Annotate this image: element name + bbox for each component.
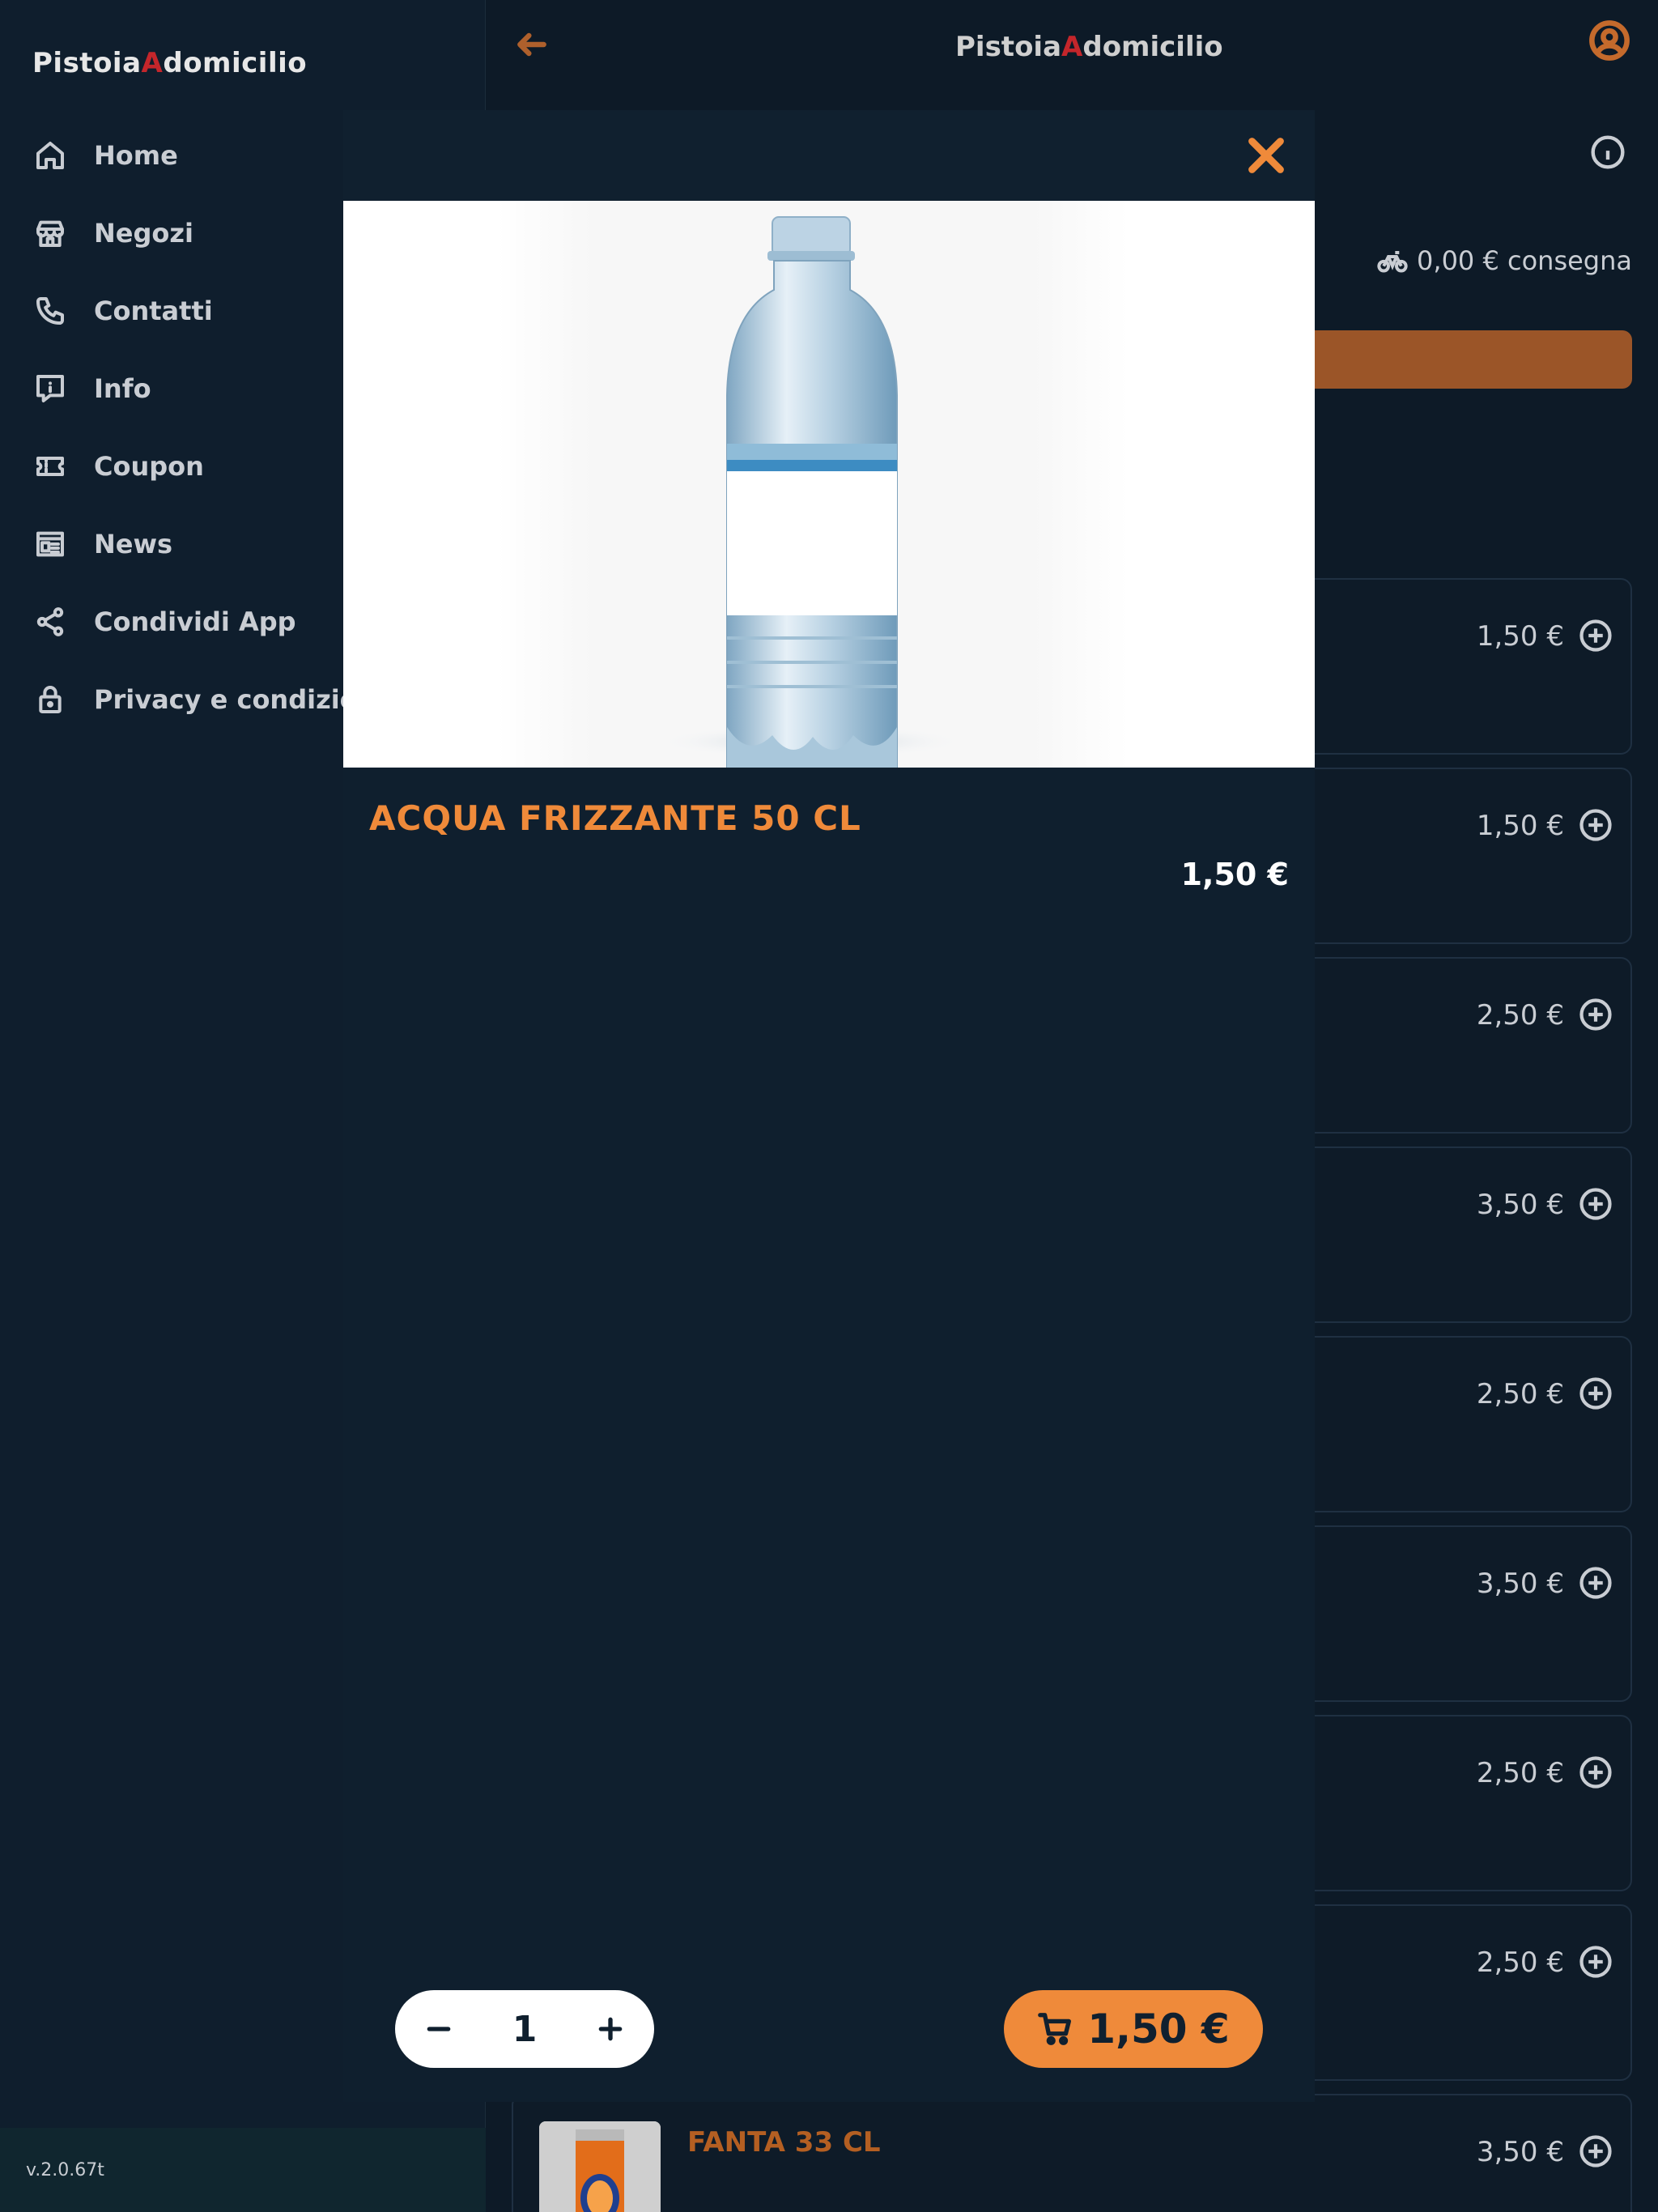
product-detail-modal: ACQUA FRIZZANTE 50 CL 1,50 € 1 1,50 € [343, 110, 1315, 2102]
sidebar-item-label: Condividi App [94, 606, 296, 637]
plus-circle-icon [1579, 619, 1612, 652]
arrow-left-icon [517, 32, 546, 57]
product-price: 1,50 € [1180, 857, 1289, 892]
plus-circle-icon [1579, 1188, 1612, 1220]
sidebar-item-negozi[interactable]: Negozi [32, 209, 193, 257]
sidebar-item-label: Privacy e condizioni [94, 684, 385, 715]
plus-circle-icon [1579, 1946, 1612, 1978]
plus-circle-icon [1579, 998, 1612, 1031]
sidebar-item-label: News [94, 529, 173, 559]
quantity-value: 1 [512, 2008, 538, 2050]
plus-circle-icon [1579, 2135, 1612, 2167]
sidebar-item-info[interactable]: Info [32, 364, 151, 413]
product-price: 3,50 € [1476, 1189, 1564, 1221]
app-version: v.2.0.67t [0, 2128, 486, 2212]
app-logo[interactable]: PistoiaAdomicilio [32, 47, 307, 79]
add-product-button[interactable] [1579, 1755, 1613, 1789]
ticket-icon [32, 449, 68, 484]
add-product-button[interactable] [1579, 2134, 1613, 2168]
share-icon [32, 604, 68, 640]
product-price: 3,50 € [1476, 1568, 1564, 1600]
info-message-icon [32, 371, 68, 406]
minus-icon [427, 2027, 451, 2031]
user-account-button[interactable] [1588, 19, 1630, 62]
water-bottle-image [649, 216, 973, 768]
add-to-cart-button[interactable]: 1,50 € [1004, 1990, 1263, 2068]
sidebar-item-home[interactable]: Home [32, 131, 178, 180]
user-circle-icon [1589, 20, 1630, 61]
add-product-button[interactable] [1579, 808, 1613, 842]
product-price: 2,50 € [1476, 1378, 1564, 1410]
sidebar-item-privacy[interactable]: Privacy e condizioni [32, 675, 385, 724]
product-price: 2,50 € [1476, 1757, 1564, 1789]
delivery-cost: 0,00 € consegna [1376, 245, 1632, 277]
add-to-cart-price: 1,50 € [1087, 2006, 1230, 2052]
sidebar-item-label: Coupon [94, 451, 204, 482]
close-button[interactable] [1242, 131, 1290, 180]
plus-circle-icon [1579, 1567, 1612, 1599]
info-icon [1591, 135, 1625, 169]
sidebar-item-coupon[interactable]: Coupon [32, 442, 204, 491]
home-icon [32, 138, 68, 173]
product-price: 1,50 € [1476, 620, 1564, 653]
quantity-stepper: 1 [395, 1990, 654, 2068]
cart-icon [1038, 2013, 1072, 2045]
add-product-button[interactable] [1579, 1566, 1613, 1600]
increase-quantity-button[interactable] [588, 2006, 633, 2052]
product-price: 1,50 € [1476, 810, 1564, 842]
bike-icon [1377, 251, 1408, 273]
add-product-button[interactable] [1579, 998, 1613, 1032]
shop-banner-bar[interactable] [1295, 330, 1632, 389]
store-icon [32, 215, 68, 251]
add-product-button[interactable] [1579, 619, 1613, 653]
decrease-quantity-button[interactable] [416, 2006, 461, 2052]
plus-circle-icon [1579, 1756, 1612, 1789]
sidebar-item-label: Contatti [94, 296, 213, 326]
plus-icon [598, 2017, 623, 2041]
product-price: 2,50 € [1476, 1946, 1564, 1979]
add-product-button[interactable] [1579, 1945, 1613, 1979]
sidebar-item-label: Info [94, 373, 151, 404]
product-name: FANTA 33 CL [687, 2126, 881, 2159]
sidebar-item-condividi-app[interactable]: Condividi App [32, 598, 296, 646]
sidebar-item-news[interactable]: News [32, 520, 172, 568]
header-logo: PistoiaAdomicilio [955, 31, 1223, 63]
back-button[interactable] [512, 24, 552, 65]
news-icon [32, 526, 68, 562]
sidebar-item-label: Home [94, 140, 178, 171]
sidebar-item-contatti[interactable]: Contatti [32, 287, 213, 335]
product-price: 3,50 € [1476, 2136, 1564, 2168]
plus-circle-icon [1579, 1377, 1612, 1410]
phone-icon [32, 293, 68, 329]
modal-header [343, 110, 1315, 201]
product-thumbnail [539, 2121, 661, 2212]
lock-icon [32, 682, 68, 717]
shop-info-button[interactable] [1590, 134, 1626, 170]
product-price: 2,50 € [1476, 999, 1564, 1032]
product-card[interactable]: FANTA 33 CL 3,50 € [512, 2094, 1632, 2212]
sidebar-item-label: Negozi [94, 218, 193, 249]
can-image [539, 2121, 661, 2212]
product-title: ACQUA FRIZZANTE 50 CL [369, 798, 861, 838]
product-image [343, 201, 1315, 768]
plus-circle-icon [1579, 809, 1612, 841]
add-product-button[interactable] [1579, 1187, 1613, 1221]
add-product-button[interactable] [1579, 1376, 1613, 1410]
close-icon [1248, 138, 1284, 173]
